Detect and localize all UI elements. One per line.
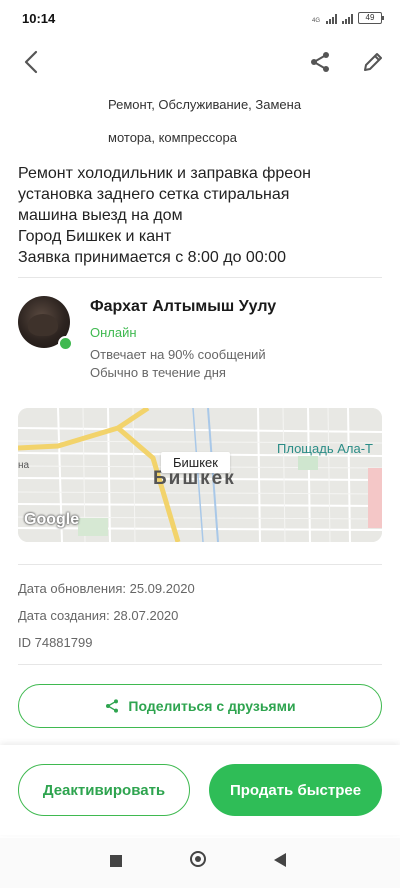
avatar-image xyxy=(28,314,58,336)
description-line: Ремонт холодильник и заправка фреон xyxy=(18,165,311,182)
bottom-action-bar: Деактивировать Продать быстрее xyxy=(0,745,400,835)
signal-icon-2 xyxy=(342,14,353,24)
description-line: машина выезд на дом xyxy=(18,207,183,224)
share-with-friends-label: Поделиться с друзьями xyxy=(128,698,296,714)
update-date: Дата обновления: 25.09.2020 xyxy=(18,581,195,596)
seller-name[interactable]: Фархат Алтымыш Уулу xyxy=(90,298,276,316)
signal-icon xyxy=(326,14,337,24)
back-button[interactable] xyxy=(14,44,50,80)
seller-online-status: Онлайн xyxy=(90,325,137,340)
map-city-label: Бишкек xyxy=(161,452,230,473)
status-time: 10:14 xyxy=(22,11,56,26)
description-line: установка заднего сетка стиральная xyxy=(18,186,290,203)
divider xyxy=(18,664,382,665)
chevron-left-icon xyxy=(24,50,38,74)
status-icons: 4G 49 xyxy=(311,12,384,24)
battery-icon: 49 xyxy=(358,12,384,24)
listing-description: Ремонт холодильник и заправка фреон уста… xyxy=(18,163,390,268)
listing-category: Ремонт, Обслуживание, Замена мотора, ком… xyxy=(108,88,368,154)
category-line: мотора, компрессора xyxy=(108,130,237,145)
share-with-friends-button[interactable]: Поделиться с друзьями xyxy=(18,684,382,728)
edit-button[interactable] xyxy=(355,44,391,80)
sell-faster-button[interactable]: Продать быстрее xyxy=(209,764,382,816)
network-type-label: 4G xyxy=(311,18,320,24)
divider xyxy=(18,564,382,565)
location-map[interactable]: на Бишкек Бишкек Площадь Ала-Т Google xyxy=(18,408,382,542)
recent-apps-icon[interactable] xyxy=(110,855,122,867)
seller-response-rate: Отвечает на 90% сообщений xyxy=(90,347,266,362)
share-icon xyxy=(311,52,329,72)
home-icon[interactable] xyxy=(190,851,206,867)
category-line: Ремонт, Обслуживание, Замена xyxy=(108,97,302,112)
top-toolbar xyxy=(0,40,400,88)
pencil-icon xyxy=(364,53,382,71)
seller-response-time: Обычно в течение дня xyxy=(90,365,226,380)
online-indicator xyxy=(58,336,73,351)
description-line: Заявка принимается с 8:00 до 00:00 xyxy=(18,249,286,266)
divider xyxy=(18,277,382,278)
system-nav-bar xyxy=(0,838,400,888)
share-button[interactable] xyxy=(302,44,338,80)
map-square-label: Площадь Ала-Т xyxy=(277,441,373,456)
creation-date: Дата создания: 28.07.2020 xyxy=(18,608,179,623)
deactivate-button[interactable]: Деактивировать xyxy=(18,764,190,816)
seller-card[interactable]: Фархат Алтымыш Уулу Онлайн Отвечает на 9… xyxy=(18,296,382,386)
google-logo: Google xyxy=(24,511,80,528)
listing-id: ID 74881799 xyxy=(18,635,93,650)
description-line: Город Бишкек и кант xyxy=(18,228,172,245)
status-bar: 10:14 4G 49 xyxy=(0,0,400,36)
back-triangle-icon[interactable] xyxy=(274,853,286,867)
share-icon xyxy=(106,699,119,713)
map-street-label: на xyxy=(18,460,30,471)
